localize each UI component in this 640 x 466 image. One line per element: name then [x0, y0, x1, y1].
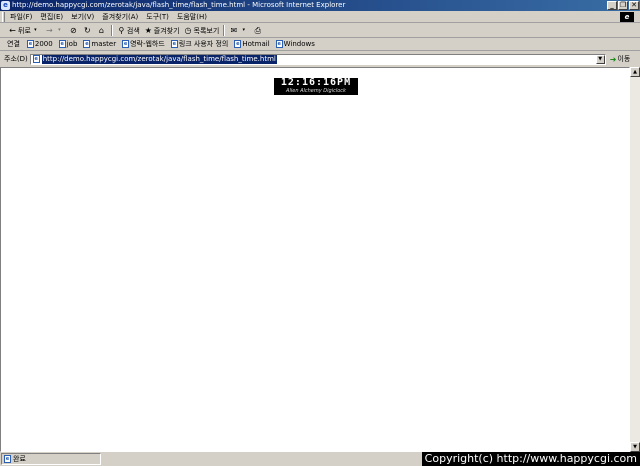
history-button[interactable]: ◷ 목록보기 — [182, 25, 222, 37]
menu-list: 파일(F) 편집(E) 보기(V) 즐겨찾기(A) 도구(T) 도움말(H) — [6, 11, 211, 23]
search-icon: ⚲ — [118, 26, 125, 35]
go-label: 이동 — [617, 55, 631, 63]
page-icon: e — [275, 40, 283, 48]
stop-icon: ⊘ — [70, 26, 77, 35]
address-input[interactable]: e http://demo.happycgi.com/zerotak/java/… — [29, 53, 606, 65]
page-icon: e — [122, 40, 130, 48]
status-text: 완료 — [13, 455, 26, 463]
links-bar: 연결 e 2000 e job e master e 영락-웹하드 e 링크 사용자 정의… — [0, 38, 640, 51]
back-button[interactable]: ← 뒤로 ▾ — [6, 25, 43, 37]
link-webhard[interactable]: e 영락-웹하드 — [120, 39, 167, 49]
mail-button[interactable]: ✉ ▾ — [227, 25, 251, 37]
clock-subtitle: Alien Alchemy Digiclock — [286, 88, 346, 94]
favorites-button[interactable]: ★ 즐겨찾기 — [142, 25, 182, 37]
home-icon: ⌂ — [98, 26, 104, 35]
menu-file[interactable]: 파일(F) — [6, 11, 36, 23]
link-label: 영락-웹하드 — [130, 40, 165, 48]
address-bar: 주소(D) e http://demo.happycgi.com/zerotak… — [0, 52, 640, 66]
status-bar: e 완료 Copyright(c) http://www.happycgi.co… — [0, 452, 640, 466]
link-label: master — [91, 40, 117, 48]
forward-arrow-icon: → — [46, 26, 53, 35]
link-hotmail[interactable]: e Hotmail — [232, 40, 271, 48]
minimize-button[interactable]: _ — [607, 1, 617, 10]
address-url[interactable]: http://demo.happycgi.com/zerotak/java/fl… — [41, 54, 277, 64]
history-label: 목록보기 — [193, 26, 220, 35]
favorites-label: 즐겨찾기 — [153, 26, 180, 35]
page-icon: e — [83, 40, 91, 48]
title-bar: e http://demo.happycgi.com/zerotak/java/… — [0, 0, 640, 11]
ie-icon: e — [1, 1, 10, 10]
vertical-scrollbar[interactable]: ▲ ▼ — [630, 67, 640, 452]
favorites-icon: ★ — [144, 26, 152, 35]
link-customize[interactable]: e 링크 사용자 정의 — [169, 39, 231, 49]
page-icon: e — [58, 40, 66, 48]
search-label: 검색 — [126, 26, 140, 35]
standard-toolbar: ← 뒤로 ▾ → ▾ ⊘ ↻ ⌂ ⚲ 검색 ★ 즐겨찾기 ◷ 목록보기 ✉ ▾ … — [0, 24, 640, 38]
home-button[interactable]: ⌂ — [95, 25, 109, 37]
menu-favorites[interactable]: 즐겨찾기(A) — [98, 11, 142, 23]
history-icon: ◷ — [184, 26, 192, 35]
copyright-banner: Copyright(c) http://www.happycgi.com — [421, 452, 640, 466]
status-pane: e 완료 — [1, 453, 101, 465]
page-icon: e — [170, 40, 178, 48]
page-icon: e — [32, 55, 40, 63]
toolbar-separator — [110, 25, 113, 36]
dropdown-icon: ▾ — [242, 27, 246, 33]
menu-bar: 파일(F) 편집(E) 보기(V) 즐겨찾기(A) 도구(T) 도움말(H) e — [0, 11, 640, 23]
maximize-button[interactable]: ❐ — [618, 1, 628, 10]
address-dropdown-button[interactable]: ▼ — [595, 54, 605, 64]
search-button[interactable]: ⚲ 검색 — [115, 25, 142, 37]
print-button[interactable]: ⎙ — [251, 25, 265, 37]
mail-icon: ✉ — [230, 26, 238, 35]
links-label: 연결 — [7, 40, 20, 48]
toolbar-separator — [223, 25, 226, 36]
page-icon: e — [234, 40, 242, 48]
print-icon: ⎙ — [254, 26, 262, 35]
link-2000[interactable]: e 2000 — [25, 40, 55, 48]
refresh-button[interactable]: ↻ — [81, 25, 95, 37]
link-label: Windows — [283, 40, 315, 48]
back-arrow-icon: ← — [9, 26, 16, 35]
link-label: 링크 사용자 정의 — [178, 40, 229, 48]
link-master[interactable]: e master — [81, 40, 118, 48]
forward-button[interactable]: → ▾ — [43, 25, 67, 37]
windows-logo-icon: e — [620, 12, 634, 22]
refresh-icon: ↻ — [84, 26, 91, 35]
go-button[interactable]: ➜ 이동 — [610, 54, 631, 64]
menu-tools[interactable]: 도구(T) — [142, 11, 173, 23]
digital-clock: 12:16:16PM Alien Alchemy Digiclock — [274, 78, 358, 95]
stop-button[interactable]: ⊘ — [67, 25, 81, 37]
link-job[interactable]: e job — [57, 40, 80, 48]
window-title: http://demo.happycgi.com/zerotak/java/fl… — [12, 1, 346, 9]
menu-help[interactable]: 도움말(H) — [173, 11, 211, 23]
clock-time: 12:16:16PM — [280, 77, 352, 88]
toolbar-grip[interactable] — [2, 12, 5, 22]
menu-view[interactable]: 보기(V) — [67, 11, 98, 23]
page-icon: e — [4, 455, 11, 463]
address-label: 주소(D) — [4, 55, 28, 63]
back-label: 뒤로 — [18, 26, 31, 35]
scroll-down-button[interactable]: ▼ — [630, 442, 640, 452]
close-button[interactable]: ✕ — [629, 1, 639, 10]
go-arrow-icon: ➜ — [609, 54, 617, 64]
link-label: job — [66, 40, 78, 48]
dropdown-icon: ▾ — [58, 27, 61, 33]
link-label: 2000 — [34, 40, 53, 48]
dropdown-icon: ▾ — [34, 27, 37, 33]
page-content: 12:16:16PM Alien Alchemy Digiclock — [0, 67, 630, 452]
menu-edit[interactable]: 편집(E) — [36, 11, 67, 23]
page-icon: e — [26, 40, 34, 48]
window-controls: _ ❐ ✕ — [607, 1, 639, 10]
link-label: Hotmail — [242, 40, 270, 48]
link-windows[interactable]: e Windows — [274, 40, 317, 48]
scroll-up-button[interactable]: ▲ — [630, 67, 640, 77]
